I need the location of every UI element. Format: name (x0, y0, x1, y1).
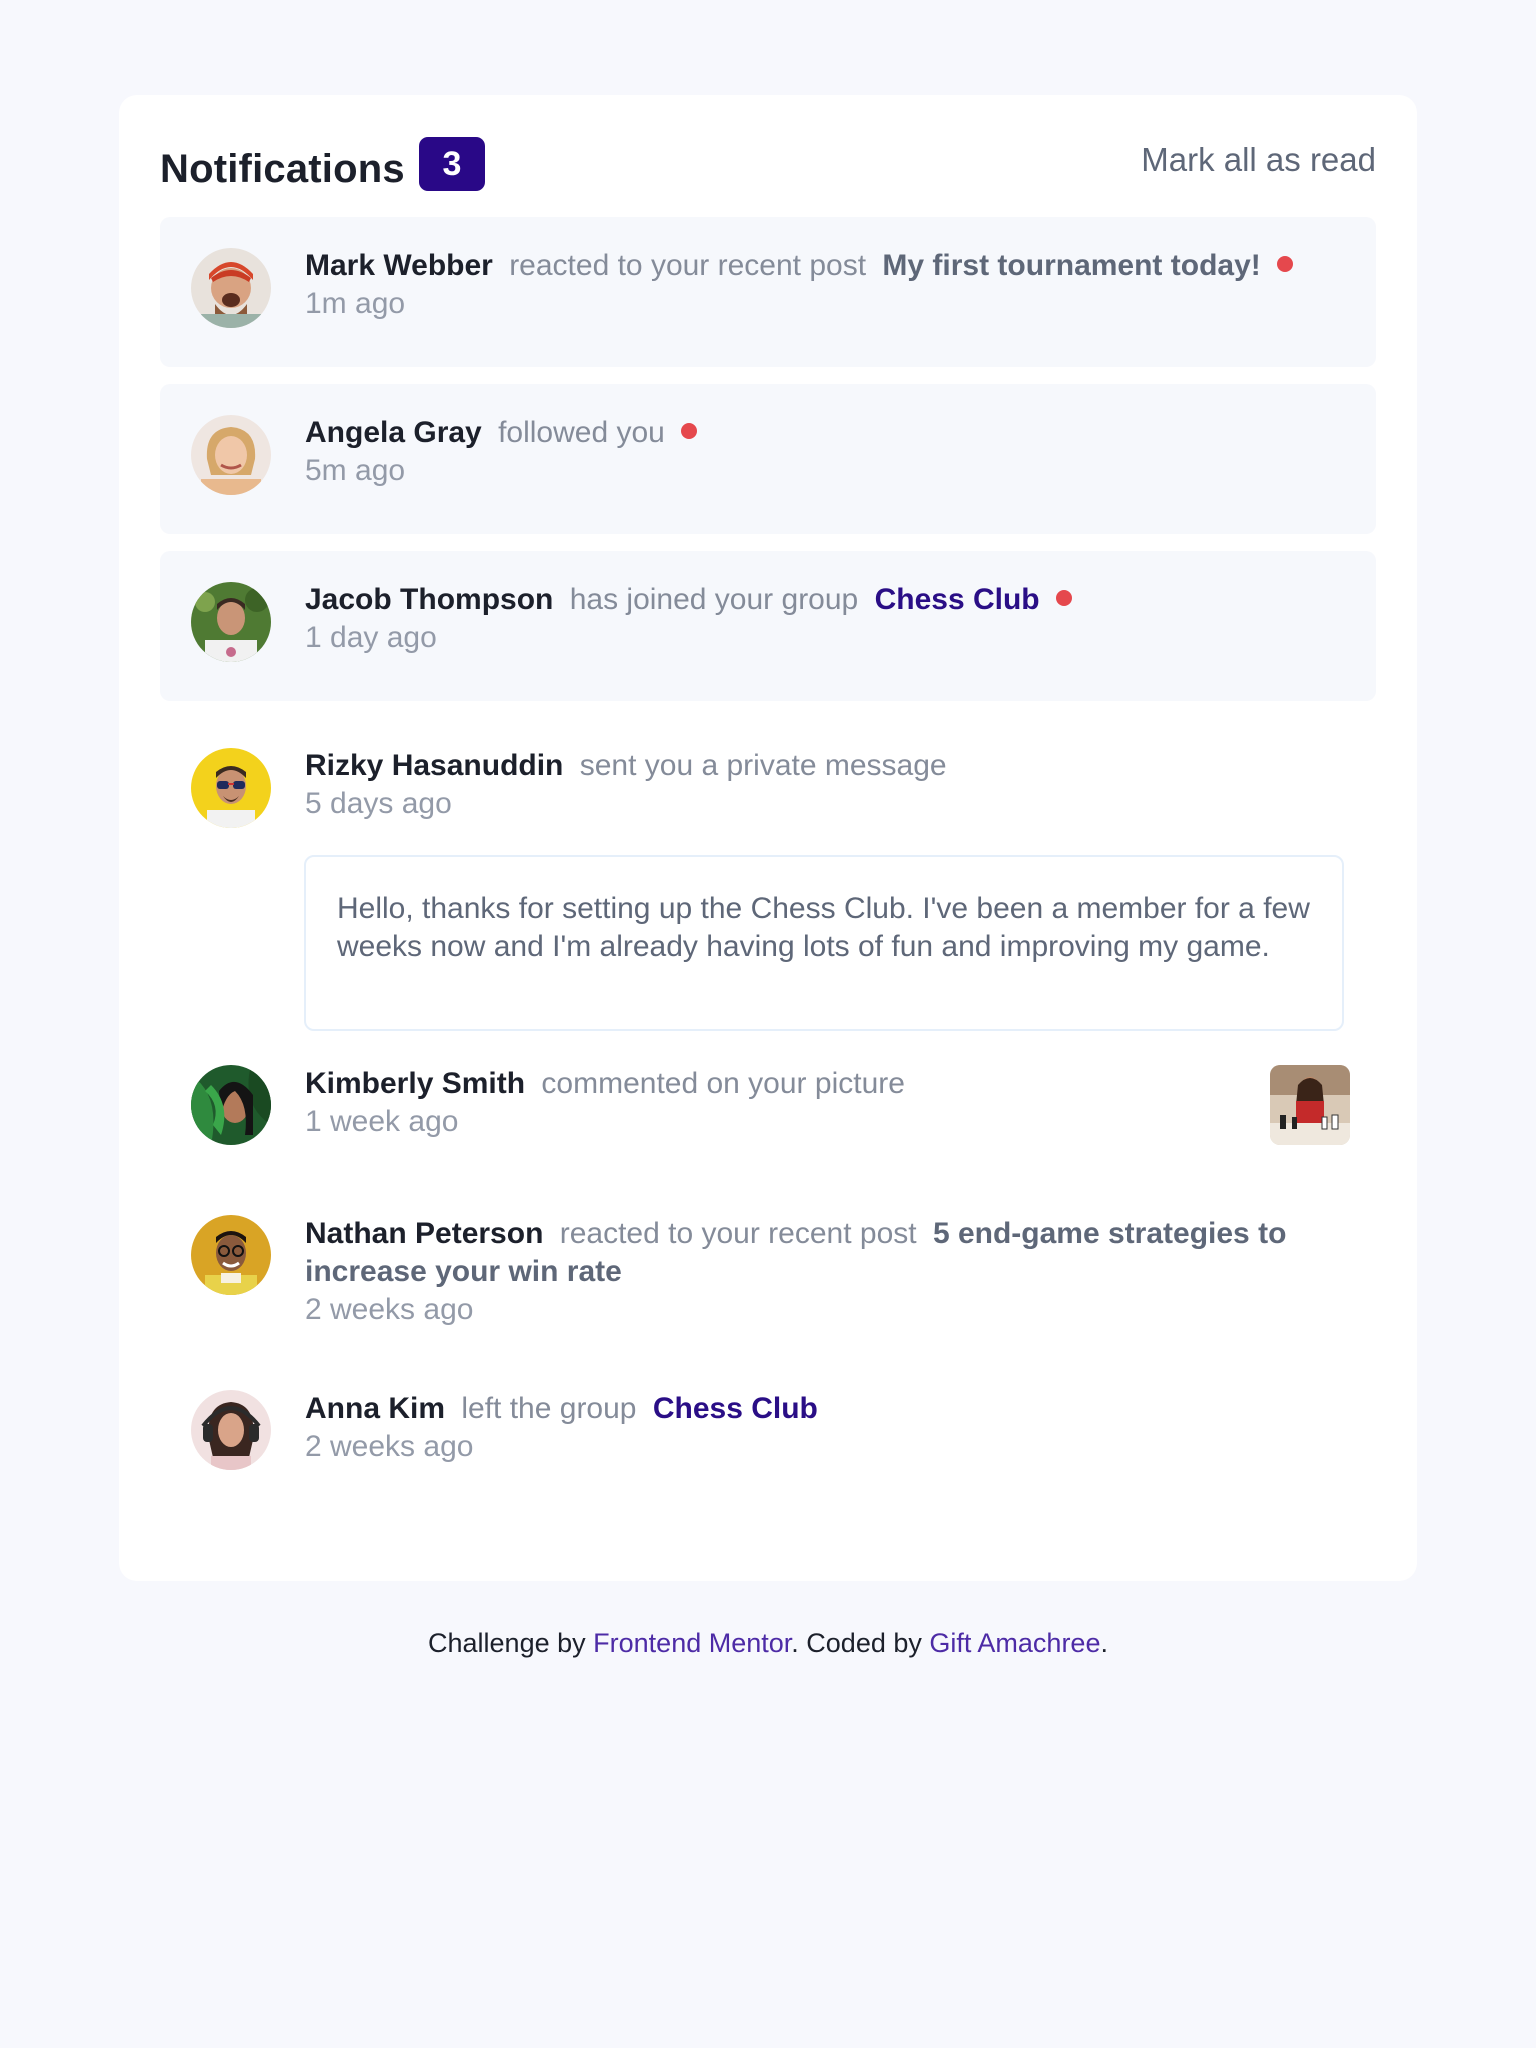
avatar[interactable] (191, 748, 271, 828)
notification-item[interactable]: Anna Kim left the group Chess Club 2 wee… (160, 1390, 1376, 1500)
notification-action: reacted to your recent post (559, 1217, 917, 1250)
notifications-card: Notifications 3 Mark all as read Mark We… (119, 95, 1417, 1581)
unread-dot (1055, 590, 1072, 606)
notification-time: 1 week ago (305, 1105, 459, 1138)
notification-sender[interactable]: Anna Kim (305, 1392, 445, 1425)
avatar[interactable] (191, 1215, 271, 1295)
unread-dot (681, 423, 698, 439)
notification-sender[interactable]: Rizky Hasanuddin (305, 749, 563, 782)
notification-sender[interactable]: Kimberly Smith (305, 1067, 525, 1100)
notification-sender[interactable]: Nathan Peterson (305, 1217, 543, 1250)
notification-post-link[interactable]: My first tournament today! (882, 249, 1260, 282)
attribution-footer: Challenge by Frontend Mentor. Coded by G… (0, 1628, 1536, 1659)
notification-time: 5m ago (305, 454, 406, 487)
footer-suffix: . (1100, 1628, 1108, 1658)
frontend-mentor-link[interactable]: Frontend Mentor (593, 1628, 791, 1658)
notification-action: sent you a private message (579, 749, 947, 782)
notification-action: reacted to your recent post (509, 249, 867, 282)
private-message-text: Hello, thanks for setting up the Chess C… (337, 892, 1310, 963)
mark-all-read-button[interactable]: Mark all as read (1141, 141, 1376, 179)
notification-time: 1m ago (305, 287, 406, 320)
notification-sender[interactable]: Angela Gray (305, 416, 482, 449)
avatar[interactable] (191, 248, 271, 328)
notification-time: 1 day ago (305, 621, 437, 654)
footer-middle: . Coded by (791, 1628, 922, 1658)
notification-action: commented on your picture (541, 1067, 905, 1100)
footer-prefix: Challenge by (428, 1628, 586, 1658)
unread-count-badge: 3 (419, 137, 485, 191)
notification-time: 5 days ago (305, 787, 452, 820)
private-message[interactable]: Hello, thanks for setting up the Chess C… (304, 855, 1344, 1031)
avatar[interactable] (191, 1390, 271, 1470)
commented-picture-thumbnail[interactable] (1270, 1065, 1350, 1145)
notification-action: left the group (461, 1392, 637, 1425)
notification-group-link[interactable]: Chess Club (653, 1392, 818, 1425)
notification-item[interactable]: Mark Webber reacted to your recent post … (160, 217, 1376, 367)
notification-item[interactable]: Angela Gray followed you 5m ago (160, 384, 1376, 534)
avatar[interactable] (191, 415, 271, 495)
notification-time: 2 weeks ago (305, 1293, 474, 1326)
unread-dot (1277, 256, 1294, 272)
author-link[interactable]: Gift Amachree (929, 1628, 1100, 1658)
notification-item[interactable]: Nathan Peterson reacted to your recent p… (160, 1215, 1376, 1345)
notification-item[interactable]: Jacob Thompson has joined your group Che… (160, 551, 1376, 701)
avatar[interactable] (191, 582, 271, 662)
notification-action: has joined your group (569, 583, 859, 616)
notification-time: 2 weeks ago (305, 1430, 474, 1463)
page-title: Notifications (160, 147, 405, 191)
notification-item[interactable]: Rizky Hasanuddin sent you a private mess… (160, 717, 1376, 867)
notification-group-link[interactable]: Chess Club (875, 583, 1040, 616)
notification-action: followed you (498, 416, 665, 449)
notification-sender[interactable]: Mark Webber (305, 249, 493, 282)
notification-sender[interactable]: Jacob Thompson (305, 583, 553, 616)
notifications-header: Notifications 3 Mark all as read (160, 137, 1376, 203)
notification-item[interactable]: Kimberly Smith commented on your picture… (160, 1065, 1376, 1185)
avatar[interactable] (191, 1065, 271, 1145)
